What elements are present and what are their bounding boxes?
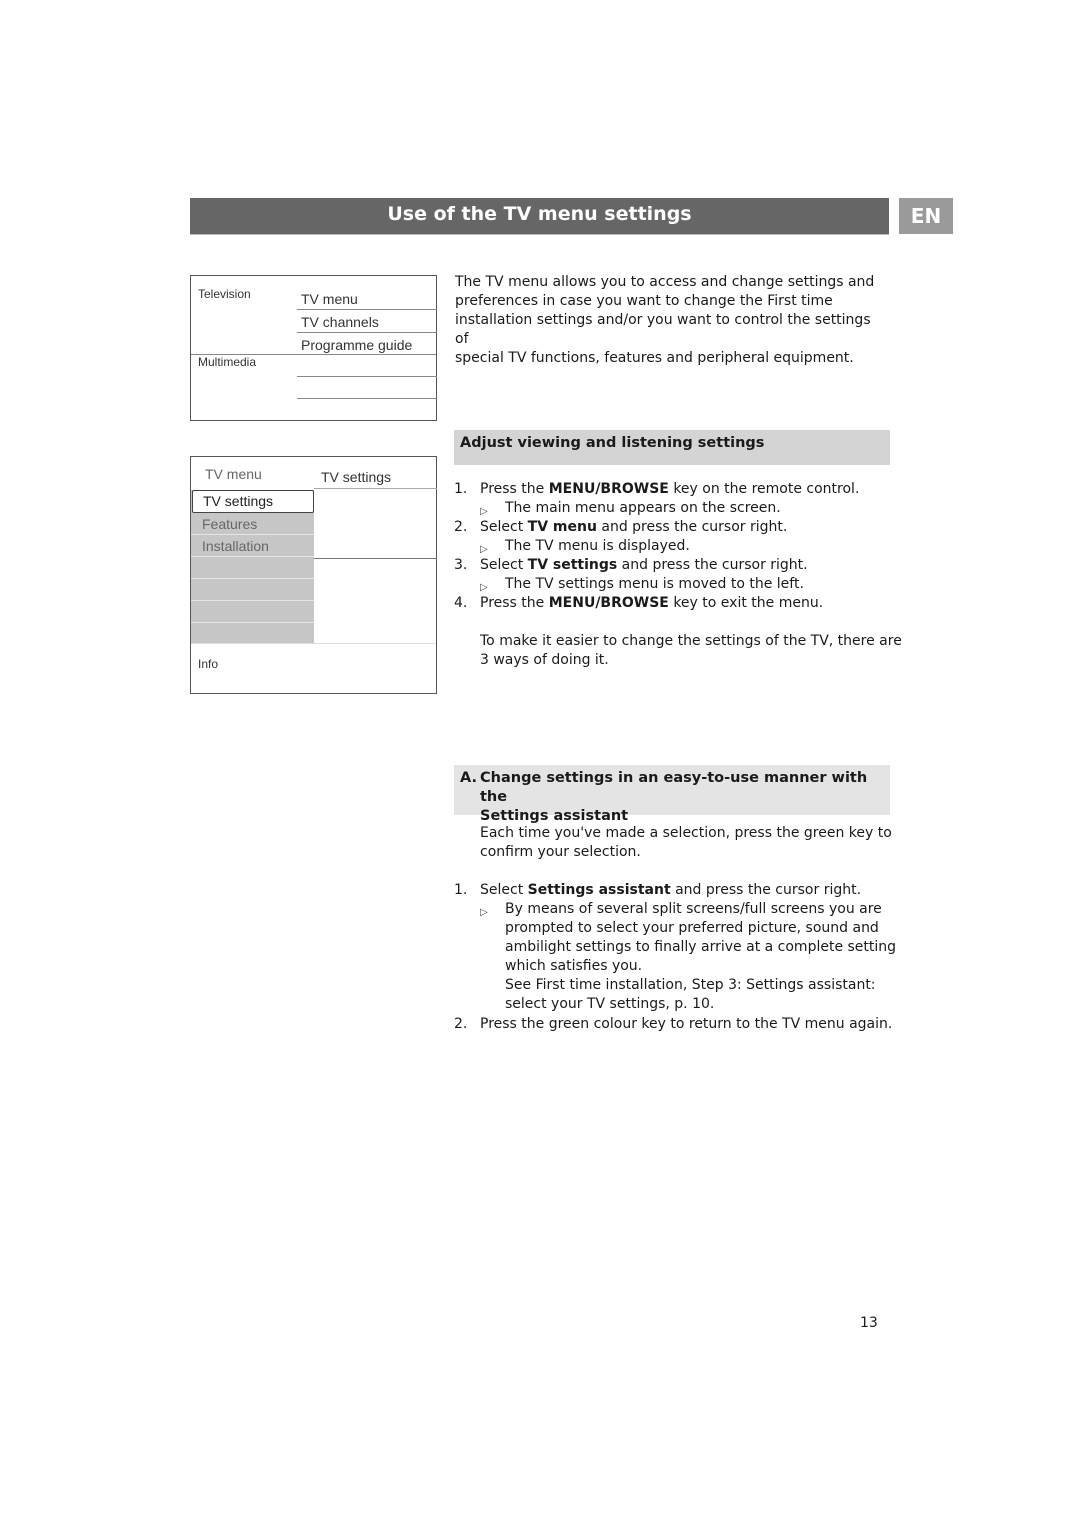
- step-number: 3.: [454, 557, 468, 573]
- step-text: Select Settings assistant and press the …: [480, 882, 862, 898]
- page-title: Use of the TV menu settings: [190, 198, 889, 235]
- divider: [297, 309, 437, 310]
- step-number: 2.: [454, 519, 468, 535]
- heading-prefix: A.: [460, 770, 477, 786]
- step-result-line: prompted to select your preferred pictur…: [505, 920, 879, 936]
- step-result-line: ambilight settings to finally arrive at …: [505, 939, 897, 955]
- label-television: Television: [198, 287, 251, 301]
- step-number: 1.: [454, 882, 468, 898]
- info-label: Info: [198, 657, 219, 671]
- label-multimedia: Multimedia: [198, 355, 257, 369]
- step-result: The TV settings menu is moved to the lef…: [505, 576, 804, 592]
- menu-item-features: Features: [191, 513, 314, 535]
- step-text: Select TV settings and press the cursor …: [480, 557, 808, 573]
- menu-item-tv-settings-selected: TV settings: [192, 490, 314, 513]
- step-result-line: which satisfies you.: [505, 958, 643, 974]
- menu-header-tv-settings: TV settings: [321, 469, 392, 485]
- step-result: The TV menu is displayed.: [505, 538, 690, 554]
- step-result-line: select your TV settings, p. 10.: [505, 996, 715, 1012]
- text-line: confirm your selection.: [480, 844, 641, 860]
- divider: [297, 332, 437, 333]
- menu-item-empty: [191, 557, 314, 579]
- step-result-line: By means of several split screens/full s…: [505, 901, 882, 917]
- divider: [297, 398, 437, 399]
- menu-header-tv-menu: TV menu: [205, 466, 262, 482]
- main-menu-screen-diagram: Television Multimedia TV menu TV channel…: [190, 275, 437, 421]
- step-number: 1.: [454, 481, 468, 497]
- text-line: To make it easier to change the settings…: [480, 633, 902, 649]
- ways-note: To make it easier to change the settings…: [480, 632, 902, 670]
- divider: [314, 558, 437, 559]
- section-heading-adjust-settings: Adjust viewing and listening settings: [454, 430, 890, 465]
- tv-menu-screen-diagram: TV menu TV settings Features Installatio…: [190, 456, 437, 694]
- menu-item-tv-channels: TV channels: [301, 314, 379, 330]
- step-result-line: See First time installation, Step 3: Set…: [505, 977, 876, 993]
- step-result: The main menu appears on the screen.: [505, 500, 781, 516]
- settings-assistant-intro: Each time you've made a selection, press…: [480, 824, 892, 862]
- divider: [297, 376, 437, 377]
- menu-item-programme-guide: Programme guide: [301, 337, 413, 353]
- menu-item-empty: [191, 601, 314, 623]
- step-text: Press the MENU/BROWSE key on the remote …: [480, 481, 860, 497]
- text-line: The TV menu allows you to access and cha…: [455, 274, 875, 290]
- text-line: preferences in case you want to change t…: [455, 293, 833, 309]
- text-line: Each time you've made a selection, press…: [480, 825, 892, 841]
- divider: [314, 488, 437, 489]
- menu-item-installation: Installation: [191, 535, 314, 557]
- step-number: 4.: [454, 595, 468, 611]
- result-arrow-icon: ▷: [480, 907, 488, 918]
- step-text: Press the MENU/BROWSE key to exit the me…: [480, 595, 824, 611]
- menu-item-empty: [191, 623, 314, 643]
- divider: [191, 643, 436, 644]
- heading-line: Change settings in an easy-to-use manner…: [480, 770, 868, 805]
- section-heading-settings-assistant: A. Change settings in an easy-to-use man…: [454, 765, 890, 824]
- text-line: installation settings and/or you want to…: [455, 312, 871, 347]
- language-badge: EN: [899, 198, 953, 234]
- intro-paragraph: The TV menu allows you to access and cha…: [455, 273, 885, 368]
- menu-item-empty: [191, 579, 314, 601]
- step-text: Select TV menu and press the cursor righ…: [480, 519, 788, 535]
- step-number: 2.: [454, 1016, 468, 1032]
- text-line: special TV functions, features and perip…: [455, 350, 854, 366]
- text-line: 3 ways of doing it.: [480, 652, 609, 668]
- menu-item-tv-menu: TV menu: [301, 291, 358, 307]
- page-number: 13: [860, 1315, 878, 1331]
- step-text: Press the green colour key to return to …: [480, 1016, 893, 1032]
